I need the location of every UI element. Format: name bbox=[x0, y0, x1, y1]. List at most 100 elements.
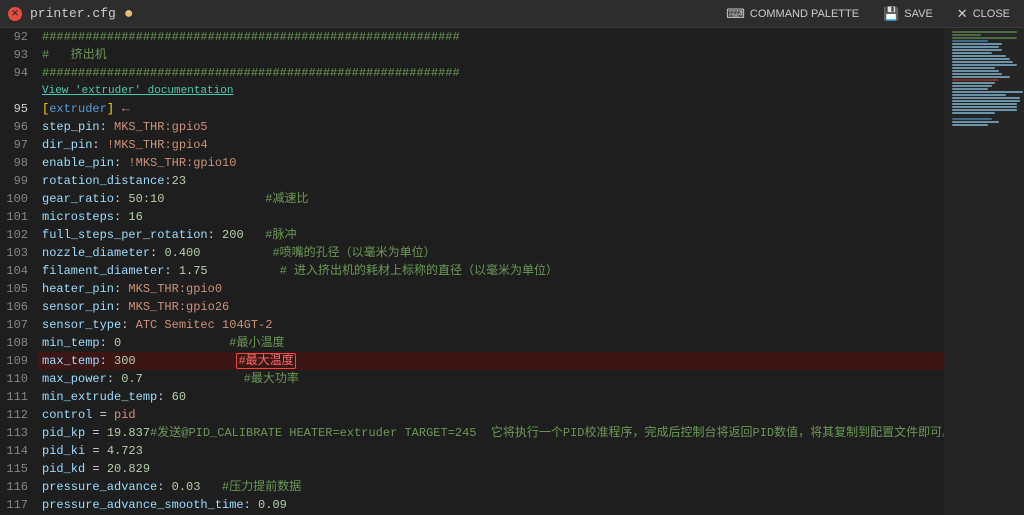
close-x-icon: ✕ bbox=[11, 8, 19, 19]
line-number: 106 bbox=[0, 298, 38, 316]
line-number: 114 bbox=[0, 442, 38, 460]
code-content: # 挤出机 bbox=[38, 46, 944, 64]
spacer bbox=[0, 82, 38, 100]
table-row: 103 nozzle_diameter: 0.400 #喷嘴的孔径（以毫米为单位… bbox=[0, 244, 944, 262]
code-content: pid_kp = 19.837#发送@PID_CALIBRATE HEATER=… bbox=[38, 424, 944, 442]
line-number: 115 bbox=[0, 460, 38, 478]
table-row: 111 min_extrude_temp: 60 bbox=[0, 388, 944, 406]
code-content: microsteps: 16 bbox=[38, 208, 944, 226]
extruder-doc-link[interactable]: View 'extruder' documentation bbox=[38, 82, 233, 100]
table-row: 98 enable_pin: !MKS_THR:gpio10 bbox=[0, 154, 944, 172]
window-close-button[interactable]: ✕ bbox=[8, 7, 22, 21]
code-content: sensor_type: ATC Semitec 104GT-2 bbox=[38, 316, 944, 334]
save-icon: 💾 bbox=[883, 6, 899, 22]
code-content: pid_kd = 20.829 bbox=[38, 460, 944, 478]
save-button[interactable]: 💾 SAVE bbox=[877, 4, 939, 24]
line-number: 92 bbox=[0, 28, 38, 46]
line-number: 113 bbox=[0, 424, 38, 442]
x-icon: ✕ bbox=[957, 6, 968, 22]
table-row: 96 step_pin: MKS_THR:gpio5 bbox=[0, 118, 944, 136]
code-content: nozzle_diameter: 0.400 #喷嘴的孔径（以毫米为单位） bbox=[38, 244, 944, 262]
line-number: 105 bbox=[0, 280, 38, 298]
code-content: control = pid bbox=[38, 406, 944, 424]
table-row: 93 # 挤出机 bbox=[0, 46, 944, 64]
table-row: 108 min_temp: 0 #最小温度 bbox=[0, 334, 944, 352]
table-row: 113 pid_kp = 19.837#发送@PID_CALIBRATE HEA… bbox=[0, 424, 944, 442]
minimap bbox=[944, 28, 1024, 515]
line-number: 110 bbox=[0, 370, 38, 388]
code-content: full_steps_per_rotation: 200 #脉冲 bbox=[38, 226, 944, 244]
line-number: 97 bbox=[0, 136, 38, 154]
code-content: ########################################… bbox=[38, 28, 944, 46]
line-number: 99 bbox=[0, 172, 38, 190]
code-content: enable_pin: !MKS_THR:gpio10 bbox=[38, 154, 944, 172]
line-number: 112 bbox=[0, 406, 38, 424]
line-number: 103 bbox=[0, 244, 38, 262]
table-row: 115 pid_kd = 20.829 bbox=[0, 460, 944, 478]
table-row: 116 pressure_advance: 0.03 #压力提前数据 bbox=[0, 478, 944, 496]
table-row: 112 control = pid bbox=[0, 406, 944, 424]
titlebar-left: ✕ printer.cfg ● bbox=[8, 6, 133, 22]
line-number: 108 bbox=[0, 334, 38, 352]
code-content: min_extrude_temp: 60 bbox=[38, 388, 944, 406]
table-row: 106 sensor_pin: MKS_THR:gpio26 bbox=[0, 298, 944, 316]
table-row: 97 dir_pin: !MKS_THR:gpio4 bbox=[0, 136, 944, 154]
table-row: 94 #####################################… bbox=[0, 64, 944, 82]
table-row: 105 heater_pin: MKS_THR:gpio0 bbox=[0, 280, 944, 298]
code-editor[interactable]: 92 #####################################… bbox=[0, 28, 944, 515]
line-number: 102 bbox=[0, 226, 38, 244]
code-content: pressure_advance_smooth_time: 0.09 bbox=[38, 496, 944, 514]
table-row: 92 #####################################… bbox=[0, 28, 944, 46]
line-number: 98 bbox=[0, 154, 38, 172]
table-row: 109 max_temp: 300 #最大温度 bbox=[0, 352, 944, 370]
command-palette-button[interactable]: ⌨ COMMAND PALETTE bbox=[720, 4, 865, 24]
titlebar: ✕ printer.cfg ● ⌨ COMMAND PALETTE 💾 SAVE… bbox=[0, 0, 1024, 28]
code-content: pressure_advance: 0.03 #压力提前数据 bbox=[38, 478, 944, 496]
close-button[interactable]: ✕ CLOSE bbox=[951, 4, 1016, 24]
code-content: sensor_pin: MKS_THR:gpio26 bbox=[38, 298, 944, 316]
table-row: 110 max_power: 0.7 #最大功率 bbox=[0, 370, 944, 388]
table-row: 101 microsteps: 16 bbox=[0, 208, 944, 226]
save-label: SAVE bbox=[904, 8, 933, 20]
close-label: CLOSE bbox=[973, 8, 1010, 20]
line-number: 109 bbox=[0, 352, 38, 370]
code-content: [extruder] ← bbox=[38, 100, 944, 118]
minimap-content bbox=[944, 28, 1024, 515]
editor-container: 92 #####################################… bbox=[0, 28, 1024, 515]
line-number: 93 bbox=[0, 46, 38, 64]
code-content: max_temp: 300 #最大温度 bbox=[38, 352, 944, 370]
table-row: 104 filament_diameter: 1.75 # 进入挤出机的耗材上标… bbox=[0, 262, 944, 280]
code-content: heater_pin: MKS_THR:gpio0 bbox=[38, 280, 944, 298]
line-number: 117 bbox=[0, 496, 38, 514]
palette-icon: ⌨ bbox=[726, 6, 745, 22]
line-number: 116 bbox=[0, 478, 38, 496]
table-row: 100 gear_ratio: 50:10 #减速比 bbox=[0, 190, 944, 208]
code-content: step_pin: MKS_THR:gpio5 bbox=[38, 118, 944, 136]
table-row: 117 pressure_advance_smooth_time: 0.09 bbox=[0, 496, 944, 514]
code-content: pid_ki = 4.723 bbox=[38, 442, 944, 460]
line-number: 107 bbox=[0, 316, 38, 334]
line-number: 95 bbox=[0, 100, 38, 118]
code-content: filament_diameter: 1.75 # 进入挤出机的耗材上标称的直径… bbox=[38, 262, 944, 280]
file-title: printer.cfg bbox=[30, 6, 116, 21]
line-number: 101 bbox=[0, 208, 38, 226]
code-content: min_temp: 0 #最小温度 bbox=[38, 334, 944, 352]
table-row: 99 rotation_distance:23 bbox=[0, 172, 944, 190]
code-content: max_power: 0.7 #最大功率 bbox=[38, 370, 944, 388]
table-row: 114 pid_ki = 4.723 bbox=[0, 442, 944, 460]
command-palette-label: COMMAND PALETTE bbox=[750, 8, 859, 20]
modified-dot: ● bbox=[124, 6, 134, 22]
table-row: 107 sensor_type: ATC Semitec 104GT-2 bbox=[0, 316, 944, 334]
code-content: rotation_distance:23 bbox=[38, 172, 944, 190]
table-row: 102 full_steps_per_rotation: 200 #脉冲 bbox=[0, 226, 944, 244]
line-number: 94 bbox=[0, 64, 38, 82]
table-row: 95 [extruder] ← bbox=[0, 100, 944, 118]
doc-link-row: View 'extruder' documentation bbox=[0, 82, 944, 100]
line-number: 100 bbox=[0, 190, 38, 208]
line-number: 96 bbox=[0, 118, 38, 136]
line-number: 111 bbox=[0, 388, 38, 406]
code-content: dir_pin: !MKS_THR:gpio4 bbox=[38, 136, 944, 154]
titlebar-right: ⌨ COMMAND PALETTE 💾 SAVE ✕ CLOSE bbox=[720, 4, 1016, 24]
line-number: 104 bbox=[0, 262, 38, 280]
code-content: ########################################… bbox=[38, 64, 944, 82]
